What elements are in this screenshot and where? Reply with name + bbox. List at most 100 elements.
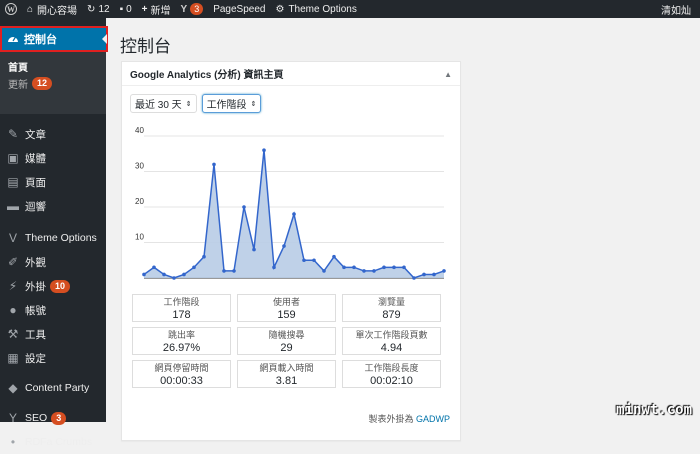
stat-box: 隨機搜尋29 bbox=[237, 327, 336, 355]
data-point bbox=[172, 276, 176, 280]
page-title: 控制台 bbox=[120, 32, 171, 57]
pagespeed-link[interactable]: PageSpeed bbox=[208, 0, 270, 18]
menu-badge: 10 bbox=[50, 280, 70, 293]
menu-item[interactable]: • RDFa Crumbs bbox=[0, 430, 106, 454]
stat-label: 使用者 bbox=[238, 296, 335, 308]
dot-icon: • bbox=[6, 435, 20, 449]
data-point bbox=[362, 269, 366, 273]
menu-badge: 3 bbox=[51, 412, 66, 425]
data-point bbox=[382, 266, 386, 270]
menu-item[interactable]: ▬迴響 bbox=[0, 194, 106, 218]
data-point bbox=[342, 266, 346, 270]
data-point bbox=[412, 276, 416, 280]
date-range-select[interactable]: 最近 30 天⇕ bbox=[130, 94, 197, 113]
new-content-link[interactable]: + 新增 bbox=[137, 0, 176, 18]
data-point bbox=[152, 266, 156, 270]
seo-badge: 3 bbox=[190, 3, 203, 15]
data-point bbox=[222, 269, 226, 273]
y-tick-label: 30 bbox=[135, 162, 144, 171]
data-point bbox=[252, 248, 256, 252]
theme-options-link[interactable]: ⚙ Theme Options bbox=[270, 0, 361, 18]
sessions-area-chart: 10203040 bbox=[130, 126, 448, 286]
menu-item[interactable]: ● 帳號 bbox=[0, 298, 106, 322]
ga-dashboard-widget: Google Analytics (分析) 資訊主頁 ▲ 最近 30 天⇕ 工作… bbox=[121, 61, 461, 441]
main-content: 控制台 Google Analytics (分析) 資訊主頁 ▲ 最近 30 天… bbox=[106, 18, 700, 422]
data-point bbox=[232, 269, 236, 273]
collapse-arrow-icon[interactable]: ▲ bbox=[444, 70, 452, 79]
dashboard-submenu: 首頁 更新 12 bbox=[0, 52, 106, 114]
data-point bbox=[312, 258, 316, 262]
data-point bbox=[352, 266, 356, 270]
submenu-updates[interactable]: 更新 12 bbox=[8, 75, 106, 92]
stat-label: 隨機搜尋 bbox=[238, 329, 335, 341]
wrench-icon: ⚒ bbox=[6, 327, 20, 341]
data-point bbox=[392, 266, 396, 270]
data-point bbox=[182, 273, 186, 277]
data-point bbox=[432, 273, 436, 277]
stat-label: 網頁停留時間 bbox=[133, 362, 230, 374]
site-name-link[interactable]: ⌂ 開心容場 bbox=[22, 0, 82, 18]
stat-value: 26.97% bbox=[133, 341, 230, 355]
data-point bbox=[322, 269, 326, 273]
stat-label: 工作階段長度 bbox=[343, 362, 440, 374]
admin-sidebar: 控制台 首頁 更新 12 ✎ 文章 ▣ 媒體 ▤ 頁面 ▬迴響 VTheme Options✐… bbox=[0, 18, 106, 422]
stat-value: 879 bbox=[343, 308, 440, 322]
updates-badge: 12 bbox=[32, 77, 52, 90]
data-point bbox=[282, 244, 286, 248]
stat-box: 工作階段178 bbox=[132, 294, 231, 322]
menu-item[interactable]: ✎ 文章 bbox=[0, 122, 106, 146]
updates-link[interactable]: ↻ 12 bbox=[82, 0, 115, 18]
menu-item[interactable]: ▦設定 bbox=[0, 346, 106, 370]
stat-box: 瀏覽量879 bbox=[342, 294, 441, 322]
comments-link[interactable]: ▪ 0 bbox=[115, 0, 137, 18]
menu-item[interactable]: YSEO3 bbox=[0, 406, 106, 430]
menu-item-label: 帳號 bbox=[25, 303, 46, 318]
menu-item[interactable]: ▣ 媒體 bbox=[0, 146, 106, 170]
metric-select[interactable]: 工作階段⇕ bbox=[202, 94, 262, 113]
menu-item[interactable]: ✐外觀 bbox=[0, 250, 106, 274]
media-icon: ▣ bbox=[6, 151, 20, 165]
data-point bbox=[332, 255, 336, 259]
menu-dashboard[interactable]: 控制台 bbox=[2, 28, 106, 50]
wordpress-logo-icon[interactable]: W bbox=[0, 0, 22, 18]
gadwp-link[interactable]: GADWP bbox=[416, 414, 450, 424]
menu-item-label: 迴響 bbox=[25, 199, 46, 214]
user-account-link[interactable]: 清如灿 bbox=[656, 0, 696, 18]
submenu-home[interactable]: 首頁 bbox=[8, 58, 106, 75]
menu-item-label: Content Party bbox=[25, 382, 89, 394]
home-icon: ⌂ bbox=[27, 4, 33, 15]
stat-label: 單次工作階段頁數 bbox=[343, 329, 440, 341]
data-point bbox=[292, 212, 296, 216]
menu-item[interactable]: ⚒ 工具 bbox=[0, 322, 106, 346]
data-point bbox=[262, 148, 266, 152]
data-point bbox=[302, 258, 306, 262]
menu-item-label: RDFa Crumbs bbox=[25, 436, 92, 448]
svg-text:W: W bbox=[7, 5, 15, 14]
admin-bar: W ⌂ 開心容場 ↻ 12 ▪ 0 + 新增 Y 3 PageSpeed ⚙ T… bbox=[0, 0, 700, 18]
stat-box: 工作階段長度00:02:10 bbox=[342, 360, 441, 388]
menu-item-label: 工具 bbox=[25, 327, 46, 342]
y-tick-label: 20 bbox=[135, 197, 144, 206]
stat-value: 29 bbox=[238, 341, 335, 355]
menu-item[interactable]: VTheme Options bbox=[0, 226, 106, 250]
menu-item[interactable]: ▤ 頁面 bbox=[0, 170, 106, 194]
menu-item[interactable]: ◆Content Party bbox=[0, 376, 106, 400]
stat-box: 跳出率26.97% bbox=[132, 327, 231, 355]
plus-icon: + bbox=[142, 4, 148, 15]
menu-item-label: 外掛 bbox=[25, 279, 46, 294]
user-icon: ● bbox=[6, 303, 20, 317]
pin-icon: ✎ bbox=[6, 127, 20, 141]
yoast-seo-link[interactable]: Y 3 bbox=[176, 0, 209, 18]
menu-item-label: 文章 bbox=[25, 127, 46, 142]
page-icon: ▤ bbox=[6, 175, 20, 189]
menu-item[interactable]: ⚡ 外掛 10 bbox=[0, 274, 106, 298]
data-point bbox=[202, 255, 206, 259]
data-point bbox=[162, 273, 166, 277]
comment-bubble-icon: ▪ bbox=[120, 4, 124, 15]
menu-item-label: 頁面 bbox=[25, 175, 46, 190]
data-point bbox=[272, 266, 276, 270]
plugin-icon: ⚡ bbox=[6, 279, 20, 293]
stat-value: 00:02:10 bbox=[343, 374, 440, 388]
menu-item-label: 媒體 bbox=[25, 151, 46, 166]
stat-value: 178 bbox=[133, 308, 230, 322]
